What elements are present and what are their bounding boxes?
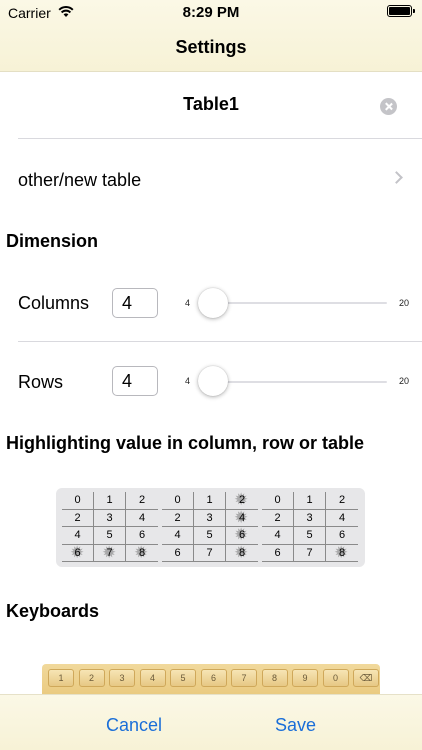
other-table-row[interactable]: other/new table bbox=[0, 139, 422, 219]
highlight-row-option[interactable]: 0 1 2 2 3 4 4 5 6 6 7 8 bbox=[162, 489, 258, 563]
grid-cell: 5 bbox=[294, 527, 326, 545]
table-name-field[interactable]: Table1 bbox=[0, 72, 422, 138]
highlighting-heading: Highlighting value in column, row or tab… bbox=[6, 433, 365, 453]
clear-icon[interactable] bbox=[380, 98, 397, 115]
battery-icon bbox=[387, 5, 415, 17]
rows-label: Rows bbox=[18, 372, 64, 392]
bottom-toolbar: Cancel Save bbox=[0, 694, 422, 750]
grid-cell-value: 2 bbox=[238, 494, 246, 506]
grid-cell: 6 bbox=[262, 544, 294, 562]
highlighting-options[interactable]: 0 1 2 2 3 4 4 5 6 6 7 8 0 1 2 2 3 4 4 5 … bbox=[56, 488, 365, 567]
other-table-label: other/new table bbox=[18, 170, 142, 190]
rows-max-label: 20 bbox=[399, 376, 410, 386]
grid-cell: 2 bbox=[126, 492, 158, 510]
grid-cell-value: 8 bbox=[338, 546, 346, 559]
highlight-column-option[interactable]: 0 1 2 2 3 4 4 5 6 6 7 8 bbox=[62, 492, 158, 563]
grid-cell-value: 8 bbox=[138, 546, 146, 559]
grid-cell: 4 bbox=[126, 510, 158, 527]
columns-min-label: 4 bbox=[185, 298, 191, 308]
grid-cell: 0 bbox=[162, 492, 194, 510]
grid-cell: 4 bbox=[162, 527, 194, 545]
rows-slider-thumb[interactable] bbox=[198, 366, 228, 396]
keyboard-key: 1 bbox=[48, 669, 74, 687]
grid-cell: 2 bbox=[62, 509, 94, 527]
columns-slider-thumb[interactable] bbox=[198, 288, 228, 318]
grid-cell: 1 bbox=[194, 492, 226, 510]
grid-cell-highlighted: 8 bbox=[226, 542, 258, 563]
page-title: Settings bbox=[175, 37, 247, 57]
grid-cell: 0 bbox=[62, 492, 94, 510]
columns-max-label: 20 bbox=[399, 298, 410, 308]
grid-cell: 2 bbox=[326, 492, 358, 510]
backspace-icon: ⌫ bbox=[353, 669, 379, 687]
status-bar: Carrier 8:29 PM bbox=[0, 0, 422, 26]
grid-cell-value: 4 bbox=[238, 511, 246, 524]
table-name-value: Table1 bbox=[183, 94, 239, 114]
rows-slider-track[interactable] bbox=[200, 381, 387, 383]
keyboard-key: 9 bbox=[292, 669, 318, 687]
grid-cell-value: 6 bbox=[238, 529, 246, 541]
grid-cell-value: 8 bbox=[238, 546, 246, 559]
highlight-table-option[interactable]: 0 1 2 2 3 4 4 5 6 6 7 8 bbox=[262, 492, 358, 563]
keyboard-key: 8 bbox=[261, 669, 288, 687]
columns-slider-track[interactable] bbox=[200, 302, 387, 304]
keyboard-key: 7 bbox=[231, 669, 257, 687]
keyboards-heading: Keyboards bbox=[6, 601, 100, 621]
rows-input[interactable]: 4 bbox=[112, 366, 158, 396]
grid-cell: 3 bbox=[294, 509, 326, 527]
grid-cell-highlighted: 8 bbox=[326, 542, 358, 563]
grid-cell-value: 6 bbox=[74, 546, 81, 559]
grid-cell: 4 bbox=[262, 527, 294, 545]
grid-cell: 5 bbox=[194, 527, 226, 545]
columns-label: Columns bbox=[18, 293, 90, 313]
grid-cell: 2 bbox=[162, 509, 194, 527]
grid-cell: 7 bbox=[194, 544, 226, 562]
clock: 8:29 PM bbox=[182, 4, 240, 21]
keyboard-key: 3 bbox=[109, 669, 135, 687]
grid-cell: 2 bbox=[262, 509, 294, 527]
grid-cell-highlighted: 7 bbox=[94, 542, 126, 563]
grid-cell-highlighted: 8 bbox=[126, 542, 158, 563]
cancel-button[interactable]: Cancel bbox=[106, 715, 162, 736]
keyboard-key: 0 bbox=[322, 669, 349, 687]
grid-cell: 1 bbox=[294, 492, 326, 510]
grid-cell: 4 bbox=[326, 510, 358, 527]
grid-cell: 3 bbox=[194, 509, 226, 527]
grid-cell-highlighted: 6 bbox=[62, 542, 94, 563]
top-bar: Carrier 8:29 PM Settings bbox=[0, 0, 422, 72]
grid-cell: 3 bbox=[94, 509, 126, 527]
grid-cell: 6 bbox=[162, 544, 194, 562]
keyboard-key: 6 bbox=[200, 669, 227, 687]
save-button[interactable]: Save bbox=[275, 715, 316, 736]
keyboard-key: 4 bbox=[139, 669, 166, 687]
grid-cell: 7 bbox=[294, 544, 326, 562]
grid-cell-value: 7 bbox=[106, 546, 113, 559]
grid-cell: 0 bbox=[262, 492, 294, 510]
keyboard-key: 5 bbox=[170, 669, 196, 687]
columns-input[interactable]: 4 bbox=[112, 288, 158, 318]
dimension-heading: Dimension bbox=[6, 231, 99, 251]
rows-min-label: 4 bbox=[185, 376, 191, 386]
grid-cell: 1 bbox=[94, 492, 126, 510]
keyboard-key: 2 bbox=[78, 669, 105, 687]
